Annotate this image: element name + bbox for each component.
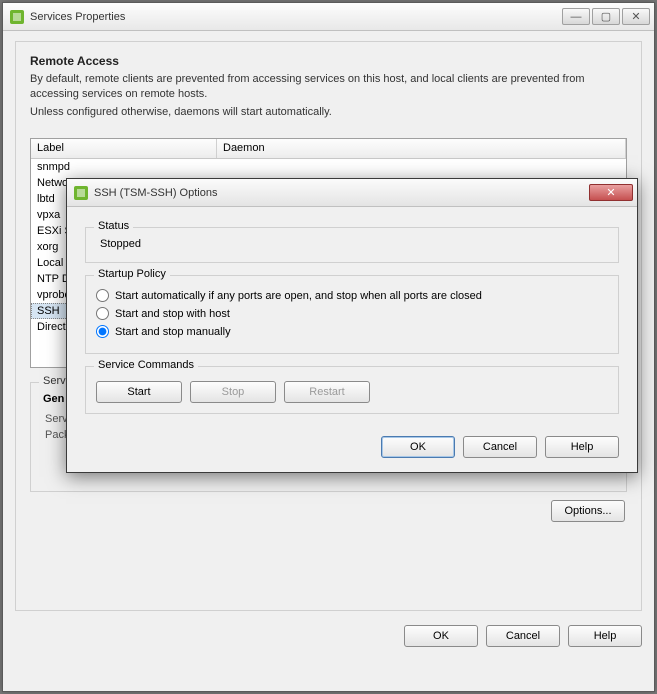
policy-label-withhost: Start and stop with host — [115, 308, 230, 320]
stop-button[interactable]: Stop — [190, 381, 276, 403]
policy-option-withhost[interactable]: Start and stop with host — [96, 307, 608, 320]
status-group: Status Stopped — [85, 227, 619, 263]
esxi-icon — [9, 9, 25, 25]
modal-help-button[interactable]: Help — [545, 436, 619, 458]
ok-button[interactable]: OK — [404, 625, 478, 647]
section-title: Remote Access — [30, 54, 627, 68]
minimize-button[interactable]: — — [562, 8, 590, 25]
restart-button[interactable]: Restart — [284, 381, 370, 403]
modal-titlebar[interactable]: SSH (TSM-SSH) Options ✕ — [67, 179, 637, 207]
status-value: Stopped — [96, 236, 608, 252]
list-header: Label Daemon — [31, 139, 626, 159]
radio-manual[interactable] — [96, 325, 109, 338]
modal-button-row: OK Cancel Help — [85, 436, 619, 458]
radio-withhost[interactable] — [96, 307, 109, 320]
description-2: Unless configured otherwise, daemons wil… — [30, 105, 627, 120]
main-button-row: OK Cancel Help — [15, 625, 642, 647]
close-button[interactable]: ✕ — [622, 8, 650, 25]
modal-close-button[interactable]: ✕ — [589, 184, 633, 201]
start-button[interactable]: Start — [96, 381, 182, 403]
policy-option-manual[interactable]: Start and stop manually — [96, 325, 608, 338]
window-title: Services Properties — [30, 11, 562, 23]
startup-policy-legend: Startup Policy — [94, 268, 170, 280]
radio-auto[interactable] — [96, 289, 109, 302]
modal-title: SSH (TSM-SSH) Options — [94, 187, 589, 199]
policy-label-manual: Start and stop manually — [115, 326, 231, 338]
modal-cancel-button[interactable]: Cancel — [463, 436, 537, 458]
titlebar[interactable]: Services Properties — ▢ ✕ — [3, 3, 654, 31]
maximize-button[interactable]: ▢ — [592, 8, 620, 25]
ssh-options-dialog: SSH (TSM-SSH) Options ✕ Status Stopped S… — [66, 178, 638, 473]
modal-ok-button[interactable]: OK — [381, 436, 455, 458]
description-1: By default, remote clients are prevented… — [30, 72, 627, 102]
column-label[interactable]: Label — [31, 139, 217, 158]
status-legend: Status — [94, 220, 133, 232]
esxi-icon — [73, 185, 89, 201]
help-button[interactable]: Help — [568, 625, 642, 647]
service-commands-group: Service Commands Start Stop Restart — [85, 366, 619, 414]
cancel-button[interactable]: Cancel — [486, 625, 560, 647]
list-item[interactable]: snmpd — [31, 159, 626, 175]
service-commands-legend: Service Commands — [94, 359, 198, 371]
column-daemon[interactable]: Daemon — [217, 139, 626, 158]
policy-label-auto: Start automatically if any ports are ope… — [115, 290, 482, 302]
policy-option-auto[interactable]: Start automatically if any ports are ope… — [96, 289, 608, 302]
options-button[interactable]: Options... — [551, 500, 625, 522]
startup-policy-group: Startup Policy Start automatically if an… — [85, 275, 619, 354]
modal-content: Status Stopped Startup Policy Start auto… — [67, 207, 637, 472]
